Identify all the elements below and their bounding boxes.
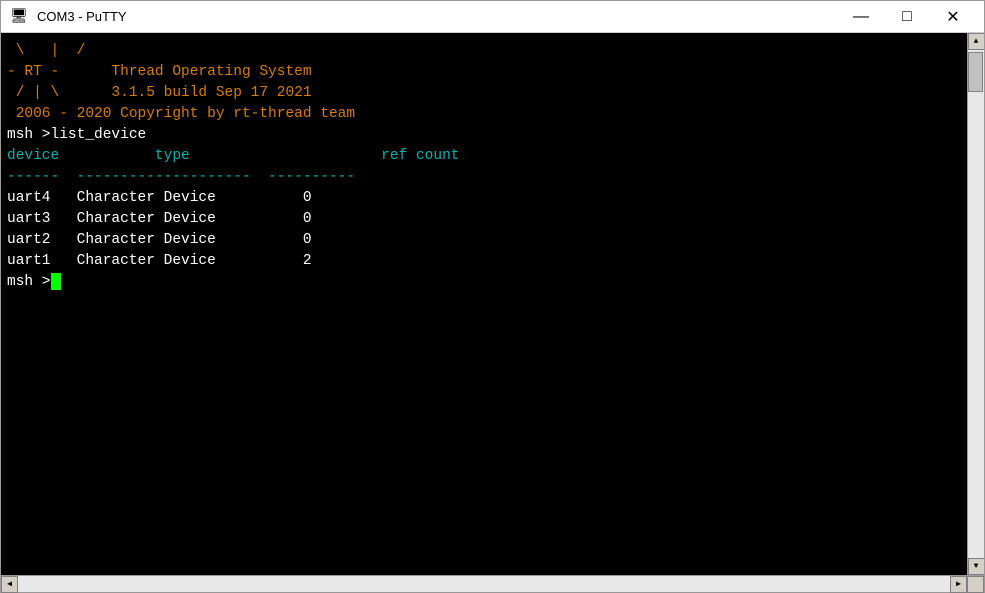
command-line: msh >list_device <box>7 127 146 143</box>
scroll-up-button[interactable]: ▲ <box>968 33 985 50</box>
scroll-left-button[interactable]: ◀ <box>1 576 18 593</box>
logo-art: \ | / - RT - Thread Operating System / |… <box>7 43 355 122</box>
putty-window: 🖥 COM3 - PuTTY — □ ✕ \ | / - RT - Thread… <box>0 0 985 593</box>
window-controls: — □ ✕ <box>838 1 976 33</box>
cursor <box>51 273 61 290</box>
minimize-button[interactable]: — <box>838 1 884 33</box>
h-scroll-track[interactable] <box>18 576 950 592</box>
maximize-button[interactable]: □ <box>884 1 930 33</box>
terminal-output[interactable]: \ | / - RT - Thread Operating System / |… <box>1 33 967 575</box>
scrollbar-corner <box>967 576 984 593</box>
close-button[interactable]: ✕ <box>930 1 976 33</box>
scroll-right-button[interactable]: ▶ <box>950 576 967 593</box>
scroll-track[interactable] <box>968 50 984 558</box>
device-uart4: uart4 Character Device 0 uart3 Character… <box>7 190 312 269</box>
horizontal-scrollbar[interactable]: ◀ ▶ <box>1 575 984 592</box>
table-header: device type ref count ------ -----------… <box>7 148 459 185</box>
app-icon: 🖥 <box>9 7 29 27</box>
vertical-scrollbar[interactable]: ▲ ▼ <box>967 33 984 575</box>
prompt-line: msh > <box>7 274 51 290</box>
scroll-thumb[interactable] <box>968 52 983 92</box>
title-bar: 🖥 COM3 - PuTTY — □ ✕ <box>1 1 984 33</box>
window-title: COM3 - PuTTY <box>37 9 838 24</box>
terminal-area[interactable]: \ | / - RT - Thread Operating System / |… <box>1 33 984 575</box>
scroll-down-button[interactable]: ▼ <box>968 558 985 575</box>
